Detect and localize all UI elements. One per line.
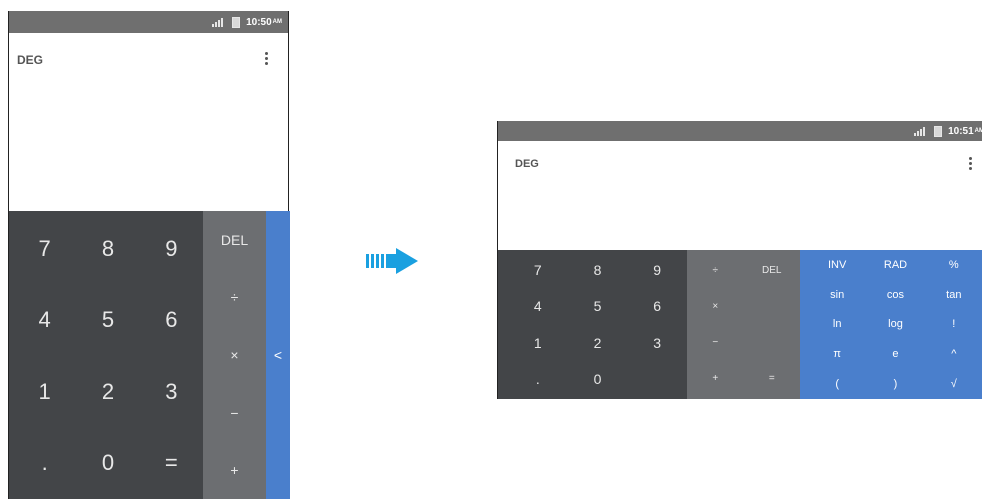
key-multiply[interactable]: × xyxy=(203,326,266,384)
key-plus[interactable]: + xyxy=(203,441,266,499)
key-2[interactable]: 2 xyxy=(568,325,628,361)
advanced-panel-tab[interactable]: < xyxy=(266,211,290,499)
key-del[interactable]: DEL xyxy=(203,211,266,269)
key-4[interactable]: 4 xyxy=(508,288,568,324)
battery-icon xyxy=(232,16,241,28)
key-6[interactable]: 6 xyxy=(140,285,203,357)
key-9[interactable]: 9 xyxy=(627,252,687,288)
number-pad: 7 8 9 4 5 6 1 2 3. 0 = xyxy=(9,211,203,499)
key-4[interactable]: 4 xyxy=(13,285,76,357)
overflow-menu-icon[interactable] xyxy=(969,157,972,170)
key-tan[interactable]: tan xyxy=(925,280,982,310)
angle-mode-label: DEG xyxy=(515,158,539,170)
key-pi[interactable]: π xyxy=(808,339,866,369)
angle-mode-label: DEG xyxy=(17,53,44,67)
key-sqrt[interactable]: √ xyxy=(925,369,982,399)
key-9[interactable]: 9 xyxy=(140,213,203,285)
advanced-pad: INV RAD% sin cos tan ln log! π e ^ () √ xyxy=(800,250,982,399)
display-area: DEG xyxy=(9,33,288,211)
key-equals[interactable]: = xyxy=(140,428,203,499)
key-5[interactable]: 5 xyxy=(76,285,139,357)
key-6[interactable]: 6 xyxy=(627,288,687,324)
battery-icon xyxy=(934,125,943,137)
key-minus[interactable]: − xyxy=(203,384,266,442)
display-area: DEG xyxy=(498,141,982,250)
key-percent[interactable]: % xyxy=(925,250,982,280)
key-ln[interactable]: ln xyxy=(808,310,866,340)
operator-pad: DEL ÷ × − + xyxy=(203,211,266,499)
key-close-paren[interactable]: ) xyxy=(866,369,924,399)
key-8[interactable]: 8 xyxy=(76,213,139,285)
key-e[interactable]: e xyxy=(866,339,924,369)
key-power[interactable]: ^ xyxy=(925,339,982,369)
key-divide[interactable]: ÷ xyxy=(687,252,744,288)
key-open-paren[interactable]: ( xyxy=(808,369,866,399)
number-pad: 789 456 123.0 xyxy=(498,250,687,399)
key-1[interactable]: 1 xyxy=(13,356,76,428)
key-8[interactable]: 8 xyxy=(568,252,628,288)
status-time: 10:50 xyxy=(246,16,272,28)
key-log[interactable]: log xyxy=(866,310,924,340)
status-time: 10:51 xyxy=(948,125,974,137)
key-del[interactable]: DEL xyxy=(744,252,801,288)
key-factorial[interactable]: ! xyxy=(925,310,982,340)
key-decimal[interactable]: . xyxy=(508,361,568,397)
key-blank-3 xyxy=(744,288,801,324)
key-cos[interactable]: cos xyxy=(866,280,924,310)
portrait-calculator: 10:50 AM DEG 7 8 9 4 5 6 1 2 3. 0 = DEL ÷ × − + < xyxy=(8,11,290,499)
status-bar: 10:50 AM xyxy=(9,11,288,33)
overflow-menu-icon[interactable] xyxy=(265,52,268,65)
key-7[interactable]: 7 xyxy=(508,252,568,288)
key-minus[interactable]: − xyxy=(687,325,744,361)
key-divide[interactable]: ÷ xyxy=(203,269,266,327)
key-3[interactable]: 3 xyxy=(627,325,687,361)
key-plus[interactable]: + xyxy=(687,361,744,397)
key-blank-11 xyxy=(627,361,687,397)
key-5[interactable]: 5 xyxy=(568,288,628,324)
key-blank-5 xyxy=(744,325,801,361)
key-equals[interactable]: = xyxy=(744,361,801,397)
key-rad[interactable]: RAD xyxy=(866,250,924,280)
key-0[interactable]: 0 xyxy=(568,361,628,397)
key-7[interactable]: 7 xyxy=(13,213,76,285)
key-1[interactable]: 1 xyxy=(508,325,568,361)
status-bar: 10:51 AM xyxy=(498,121,982,141)
key-0[interactable]: 0 xyxy=(76,428,139,499)
operator-pad: ÷ DEL × − + = xyxy=(687,250,800,399)
signal-icon xyxy=(914,126,928,136)
key-3[interactable]: 3 xyxy=(140,356,203,428)
key-multiply[interactable]: × xyxy=(687,288,744,324)
arrow-right-icon xyxy=(366,248,418,274)
landscape-calculator: 10:51 AM DEG 789 456 123.0 ÷ DEL × − + = INV RAD%… xyxy=(497,121,982,399)
key-inv[interactable]: INV xyxy=(808,250,866,280)
key-sin[interactable]: sin xyxy=(808,280,866,310)
key-decimal[interactable]: . xyxy=(13,428,76,499)
key-2[interactable]: 2 xyxy=(76,356,139,428)
chevron-left-icon: < xyxy=(273,347,283,363)
signal-icon xyxy=(212,17,226,27)
status-ampm: AM xyxy=(272,19,282,25)
status-ampm: AM xyxy=(974,128,982,134)
